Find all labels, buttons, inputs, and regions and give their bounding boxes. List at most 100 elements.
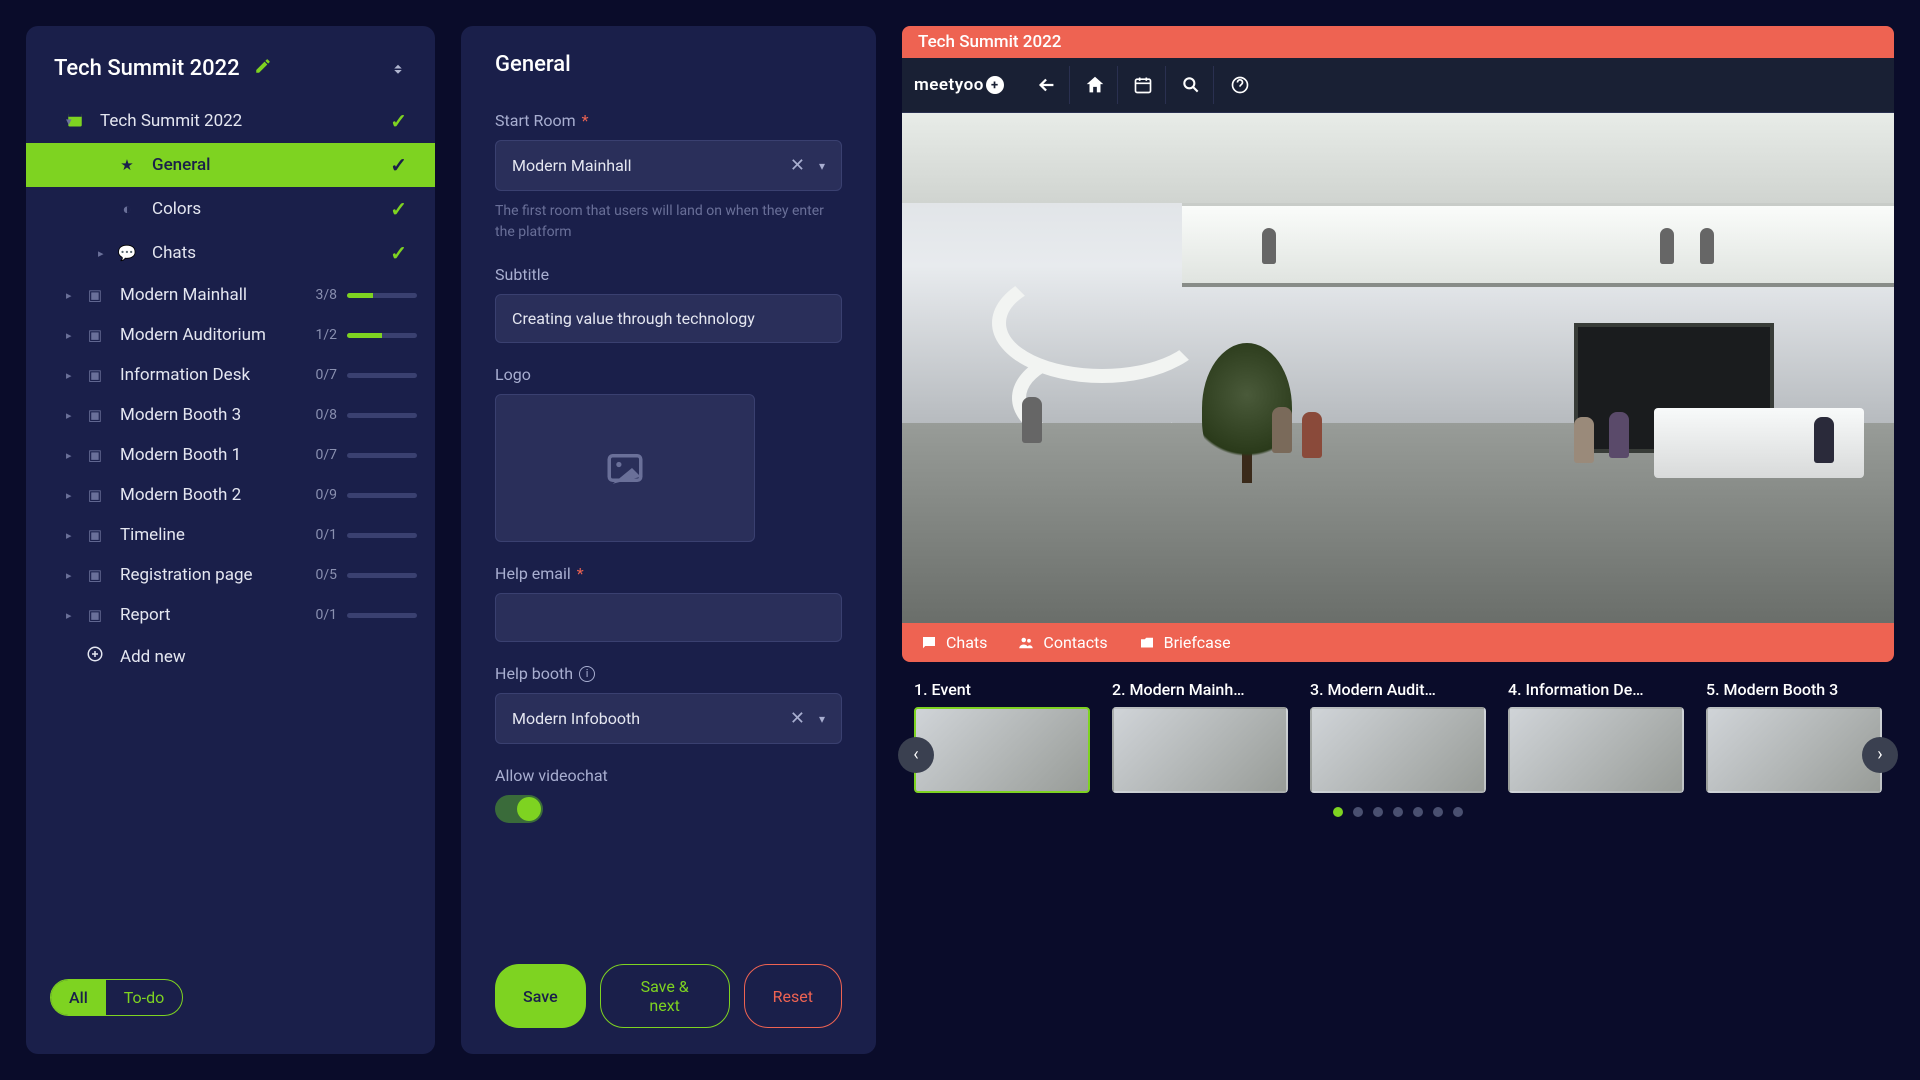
progress-bar (347, 373, 417, 378)
briefcase-icon (1138, 634, 1156, 652)
tree-item-chats[interactable]: ▸ 💬 Chats ✓ (26, 231, 435, 275)
help-email-input[interactable] (495, 593, 842, 642)
clear-icon[interactable]: ✕ (790, 155, 805, 176)
droplet-icon: ◐ (116, 200, 138, 218)
required-marker: * (577, 564, 584, 583)
thumb-card[interactable]: 1. Event (914, 680, 1090, 793)
add-new-item[interactable]: Add new (26, 635, 435, 678)
videochat-toggle[interactable] (495, 795, 543, 823)
field-label: Help booth i (495, 664, 842, 683)
carousel-dot[interactable] (1433, 807, 1443, 817)
tree-item-booth1[interactable]: ▸ ▣ Modern Booth 1 0/7 (26, 435, 435, 475)
reset-button[interactable]: Reset (744, 964, 842, 1028)
bottombar-chats[interactable]: Chats (920, 633, 987, 652)
room-icon: ▣ (84, 286, 106, 304)
preview-canvas[interactable] (902, 113, 1894, 623)
tree-item-infodesk[interactable]: ▸ ▣ Information Desk 0/7 (26, 355, 435, 395)
thumb-card[interactable]: 4. Information De… (1508, 680, 1684, 793)
tree-label: Chats (152, 243, 390, 263)
clear-icon[interactable]: ✕ (790, 708, 805, 729)
carousel-track: 1. Event 2. Modern Mainh… 3. Modern Audi… (902, 680, 1894, 793)
tree-item-mainhall[interactable]: ▸ ▣ Modern Mainhall 3/8 (26, 275, 435, 315)
collapse-icon[interactable] (389, 57, 407, 81)
tree-item-booth3[interactable]: ▸ ▣ Modern Booth 3 0/8 (26, 395, 435, 435)
check-icon: ✓ (390, 241, 407, 265)
start-room-select[interactable]: Modern Mainhall ✕ ▾ (495, 140, 842, 191)
carousel-dot[interactable] (1353, 807, 1363, 817)
progress-text: 0/8 (316, 407, 338, 423)
tree-item-timeline[interactable]: ▸ ▣ Timeline 0/1 (26, 515, 435, 555)
tree-root-label: Tech Summit 2022 (100, 111, 390, 131)
chevron-right-icon: ▸ (66, 609, 72, 622)
progress-bar (347, 573, 417, 578)
progress-bar (347, 413, 417, 418)
carousel-next[interactable]: › (1862, 737, 1898, 773)
tree-label: Modern Booth 1 (120, 445, 316, 465)
tree-item-registration[interactable]: ▸ ▣ Registration page 0/5 (26, 555, 435, 595)
save-button[interactable]: Save (495, 964, 586, 1028)
progress-bar (347, 533, 417, 538)
carousel-dot[interactable] (1373, 807, 1383, 817)
bottombar-briefcase[interactable]: Briefcase (1138, 633, 1231, 652)
tree-label: Modern Auditorium (120, 325, 316, 345)
room-icon: ▣ (84, 366, 106, 384)
thumb-card[interactable]: 3. Modern Audit… (1310, 680, 1486, 793)
chevron-right-icon: ▸ (66, 289, 72, 302)
helper-text: The first room that users will land on w… (495, 201, 842, 243)
chat-icon (920, 634, 938, 652)
field-label: Subtitle (495, 265, 842, 284)
chevron-down-icon: ▾ (819, 159, 825, 173)
tree-item-booth2[interactable]: ▸ ▣ Modern Booth 2 0/9 (26, 475, 435, 515)
preview-brand-logo: meetyoo+ (914, 75, 1004, 95)
progress-bar (347, 613, 417, 618)
select-value: Modern Mainhall (512, 156, 790, 175)
required-marker: * (582, 111, 589, 130)
thumb-card[interactable]: 2. Modern Mainh… (1112, 680, 1288, 793)
chevron-right-icon: ▸ (66, 489, 72, 502)
filter-todo[interactable]: To-do (106, 980, 182, 1015)
carousel-dot[interactable] (1393, 807, 1403, 817)
search-button[interactable] (1170, 66, 1214, 104)
back-button[interactable] (1026, 66, 1070, 104)
field-subtitle: Subtitle (495, 265, 842, 343)
form-title: General (495, 52, 842, 77)
progress-bar (347, 493, 417, 498)
progress-text: 0/7 (316, 447, 338, 463)
tree-item-colors[interactable]: ◐ Colors ✓ (26, 187, 435, 231)
save-next-button[interactable]: Save & next (600, 964, 730, 1028)
tree-item-report[interactable]: ▸ ▣ Report 0/1 (26, 595, 435, 635)
help-button[interactable] (1218, 66, 1262, 104)
subtitle-input[interactable] (495, 294, 842, 343)
chevron-right-icon: ▸ (98, 247, 104, 260)
home-button[interactable] (1074, 66, 1118, 104)
field-allow-videochat: Allow videochat (495, 766, 842, 823)
thumb-label: 2. Modern Mainh… (1112, 680, 1288, 699)
bottombar-contacts[interactable]: Contacts (1017, 633, 1107, 652)
filter-all[interactable]: All (51, 980, 106, 1015)
carousel-prev[interactable]: ‹ (898, 737, 934, 773)
logo-badge-icon: + (986, 76, 1004, 94)
preview-titlebar: Tech Summit 2022 (902, 26, 1894, 58)
thumb-image (1706, 707, 1882, 793)
image-placeholder-icon (604, 447, 646, 489)
room-icon: ▣ (84, 566, 106, 584)
progress-text: 0/9 (316, 487, 338, 503)
field-logo: Logo (495, 365, 842, 542)
calendar-button[interactable] (1122, 66, 1166, 104)
info-icon[interactable]: i (579, 666, 595, 682)
progress-text: 0/5 (316, 567, 338, 583)
preview-frame: Tech Summit 2022 meetyoo+ (902, 26, 1894, 662)
help-booth-select[interactable]: Modern Infobooth ✕ ▾ (495, 693, 842, 744)
carousel-dot[interactable] (1413, 807, 1423, 817)
logo-upload[interactable] (495, 394, 755, 542)
tree-item-general[interactable]: ★ General ✓ (26, 143, 435, 187)
edit-title-icon[interactable] (254, 56, 272, 81)
tree-item-auditorium[interactable]: ▸ ▣ Modern Auditorium 1/2 (26, 315, 435, 355)
carousel-dot[interactable] (1333, 807, 1343, 817)
carousel-dot[interactable] (1453, 807, 1463, 817)
chevron-right-icon: ▸ (66, 529, 72, 542)
room-icon: ▣ (84, 486, 106, 504)
thumb-image (1508, 707, 1684, 793)
tree-root-item[interactable]: ▾ Tech Summit 2022 ✓ (26, 99, 435, 143)
thumb-card[interactable]: 5. Modern Booth 3 (1706, 680, 1882, 793)
